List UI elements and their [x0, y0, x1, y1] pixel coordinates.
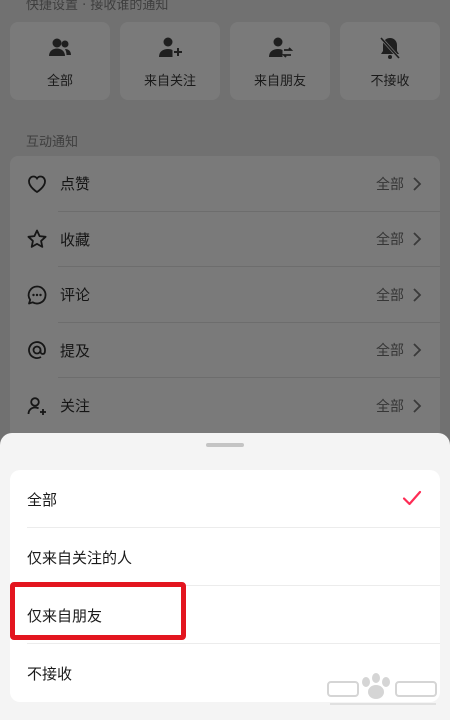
notify-value-follow: 全部	[376, 398, 404, 415]
quick-all-label: 全部	[46, 73, 73, 89]
notify-label-mention: 提及	[60, 341, 91, 360]
notify-value-favorite: 全部	[376, 232, 404, 249]
quick-friends-button[interactable]: 来自朋友	[230, 22, 330, 100]
quick-none-button[interactable]: 不接收	[340, 22, 440, 100]
notify-row-comment[interactable]: 评论 全部	[10, 267, 440, 323]
user-add-icon	[159, 37, 182, 57]
quick-settings-row: 全部 来自关注 来自朋友 不接收	[10, 22, 440, 100]
at-icon	[28, 341, 46, 360]
notify-value-comment: 全部	[376, 287, 404, 304]
interaction-notify-list: 点赞 全部 收藏 全部 评论 全部 提及 全部 关注 全部	[10, 156, 440, 446]
chevron-right-icon	[413, 177, 422, 191]
notify-row-mention[interactable]: 提及 全部	[10, 323, 440, 378]
chevron-right-icon	[413, 399, 422, 413]
quick-settings-title: 快捷设置 · 接收谁的通知	[26, 0, 169, 13]
option-all-label: 全部	[27, 490, 58, 509]
quick-all-button[interactable]: 全部	[10, 22, 110, 100]
quick-following-button[interactable]: 来自关注	[120, 22, 220, 100]
watermark-logo	[327, 673, 437, 705]
option-all[interactable]: 全部	[10, 470, 440, 528]
interaction-section-title: 互动通知	[26, 135, 79, 150]
star-icon	[27, 229, 47, 249]
annotation-highlight-box	[10, 582, 186, 640]
heart-icon	[28, 175, 46, 193]
option-none-label: 不接收	[27, 664, 73, 683]
chevron-right-icon	[413, 343, 422, 357]
notify-row-favorite[interactable]: 收藏 全部	[10, 212, 440, 267]
notify-value-like: 全部	[376, 176, 404, 193]
user-swap-icon	[269, 37, 294, 58]
notify-label-favorite: 收藏	[60, 230, 91, 249]
sheet-drag-handle[interactable]	[206, 443, 244, 447]
notify-label-comment: 评论	[60, 286, 91, 305]
notify-value-mention: 全部	[376, 343, 404, 360]
chevron-right-icon	[413, 288, 422, 302]
notify-label-like: 点赞	[60, 175, 91, 194]
checkmark-icon	[402, 490, 422, 506]
quick-none-label: 不接收	[370, 73, 410, 89]
comment-icon	[27, 285, 47, 305]
chevron-right-icon	[413, 232, 422, 246]
option-following-only-label: 仅来自关注的人	[27, 548, 133, 567]
notify-row-like[interactable]: 点赞 全部	[10, 156, 440, 212]
group-icon	[49, 38, 71, 56]
quick-following-label: 来自关注	[143, 73, 196, 89]
user-plus-icon	[27, 397, 46, 415]
notify-label-follow: 关注	[60, 397, 91, 416]
quick-friends-label: 来自朋友	[253, 73, 306, 89]
bell-off-icon	[379, 36, 401, 59]
option-following-only[interactable]: 仅来自关注的人	[10, 528, 440, 586]
notify-row-follow[interactable]: 关注 全部	[10, 378, 440, 434]
